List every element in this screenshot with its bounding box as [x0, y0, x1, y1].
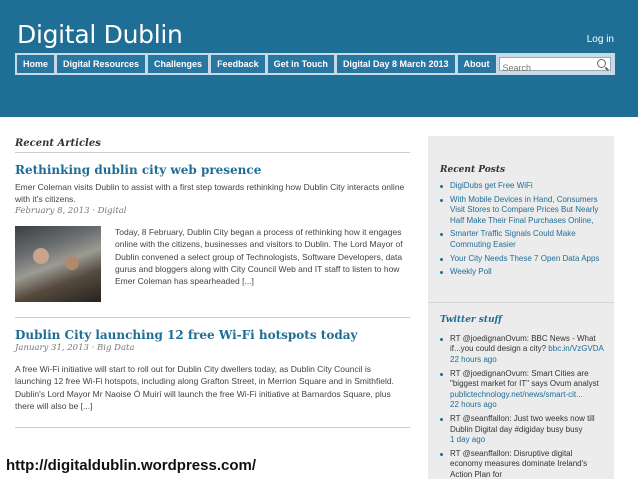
nav-digital-resources[interactable]: Digital Resources	[57, 55, 146, 73]
section-title: Recent Articles	[15, 138, 410, 153]
twitter-title: Twitter stuff	[440, 314, 503, 325]
article-body-text: Today, 8 February, Dublin City began a p…	[115, 227, 403, 287]
tweet: RT @seanffallon: Just two weeks now till…	[440, 414, 606, 446]
tweet-time[interactable]: 22 hours ago	[450, 355, 606, 366]
recent-posts-title: Recent Posts	[440, 165, 506, 175]
sidebar-divider	[428, 301, 614, 303]
nav-get-in-touch[interactable]: Get in Touch	[267, 55, 334, 73]
tweet-text: RT @seanffallon: Just two weeks now till…	[450, 413, 595, 434]
recent-post-link[interactable]: Smarter Traffic Signals Could Make Commu…	[440, 229, 606, 250]
tweet-text: RT @seanffallon: Disruptive digital econ…	[450, 448, 588, 479]
article-title-link[interactable]: Dublin City launching 12 free Wi-Fi hots…	[15, 328, 410, 342]
sidebar: Recent Posts DigiDubs get Free WiFi With…	[428, 136, 614, 479]
nav-feedback[interactable]: Feedback	[211, 55, 265, 73]
tweet: RT @joedignanOvum: Smart Cities are "big…	[440, 369, 606, 411]
nav-digital-day[interactable]: Digital Day 8 March 2013	[336, 55, 455, 73]
divider	[15, 317, 410, 318]
tweet-link[interactable]: bbc.in/VzGVDA	[548, 344, 604, 353]
nav-about[interactable]: About	[457, 55, 496, 73]
article-thumbnail[interactable]	[15, 226, 101, 302]
article-title-link[interactable]: Rethinking dublin city web presence	[15, 163, 410, 177]
recent-post-link[interactable]: With Mobile Devices in Hand, Consumers V…	[440, 195, 606, 227]
tweet: RT @seanffallon: Disruptive digital econ…	[440, 449, 606, 480]
recent-posts-list: DigiDubs get Free WiFi With Mobile Devic…	[428, 181, 614, 278]
divider	[15, 427, 410, 429]
search-icon[interactable]	[596, 59, 606, 68]
main-content: Recent Articles Rethinking dublin city w…	[15, 138, 410, 429]
tweet-list: RT @joedignanOvum: BBC News - What if...…	[428, 334, 614, 480]
tweet-link[interactable]: publictechnology.net/news/smart-cit...	[450, 390, 583, 399]
login-link[interactable]: Log in	[587, 34, 614, 45]
tweet-time[interactable]: 22 hours ago	[450, 400, 606, 411]
site-url-caption: http://digitaldublin.wordpress.com/	[2, 456, 260, 476]
site-logo[interactable]: Digital Dublin	[17, 20, 183, 49]
recent-post-link[interactable]: Your City Needs These 7 Open Data Apps	[440, 254, 606, 265]
nav-home[interactable]: Home	[17, 55, 55, 73]
tweet-text: RT @joedignanOvum: Smart Cities are "big…	[450, 368, 599, 389]
site-header: Digital Dublin Log in Home Digital Resou…	[0, 0, 638, 117]
nav-challenges[interactable]: Challenges	[148, 55, 209, 73]
article: Rethinking dublin city web presence Emer…	[15, 163, 410, 302]
recent-post-link[interactable]: DigiDubs get Free WiFi	[440, 181, 606, 192]
tweet: RT @joedignanOvum: BBC News - What if...…	[440, 334, 606, 366]
tweet-time[interactable]: 1 day ago	[450, 435, 606, 446]
article: Dublin City launching 12 free Wi-Fi hots…	[15, 328, 410, 412]
recent-post-link[interactable]: Weekly Poll	[440, 267, 606, 278]
main-nav: Home Digital Resources Challenges Feedba…	[15, 53, 615, 75]
article-excerpt: Emer Coleman visits Dublin to assist wit…	[15, 182, 405, 204]
search-input[interactable]	[499, 62, 593, 74]
article-body: Today, 8 February, Dublin City began a p…	[15, 226, 410, 302]
article-body-text: A free Wi-Fi initiative will start to ro…	[15, 364, 394, 411]
article-meta: January 31, 2013 · Big Data	[15, 343, 135, 353]
search-box	[498, 57, 611, 74]
article-meta: February 8, 2013 · Digital	[15, 206, 127, 216]
